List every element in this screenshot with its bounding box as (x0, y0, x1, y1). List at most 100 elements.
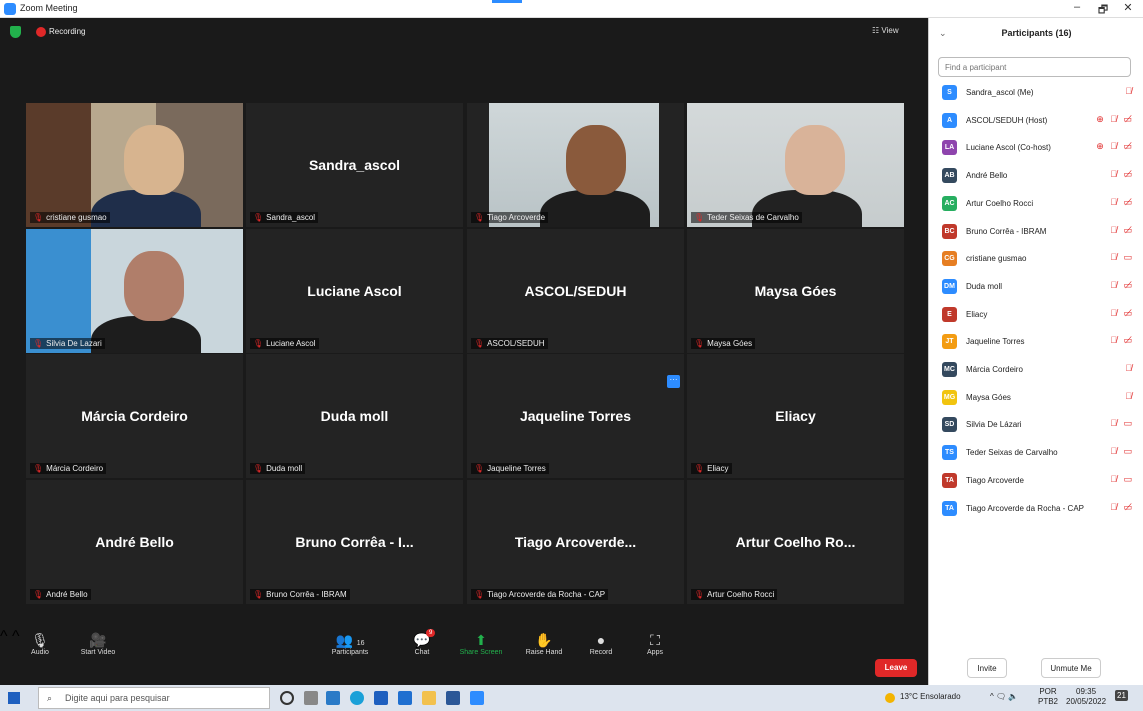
participant-list-item[interactable]: AC Artur Coelho Rocci 🎙̸ ▭̸ (942, 194, 1137, 212)
participant-list-item[interactable]: JT Jaqueline Torres 🎙̸ ▭̸ (942, 332, 1137, 350)
word-icon[interactable] (446, 691, 460, 705)
explorer-icon[interactable] (422, 691, 436, 705)
mic-muted-icon: 🎙 (253, 339, 264, 348)
video-tile[interactable]: Bruno Corrêa - I... 🎙 Bruno Corrêa - IBRAM (246, 480, 463, 604)
participant-list-item[interactable]: MC Márcia Cordeiro 🎙̸ (942, 360, 1137, 378)
video-tile[interactable]: Márcia Cordeiro 🎙 Márcia Cordeiro (26, 354, 243, 478)
participant-name-large: Jaqueline Torres (519, 408, 631, 424)
video-tile[interactable]: 🎙 cristiane gusmao (26, 103, 243, 227)
participant-list-item[interactable]: E Eliacy 🎙̸ ▭̸ (942, 305, 1137, 323)
video-tile[interactable]: Tiago Arcoverde... 🎙 Tiago Arcoverde da Ro… (467, 480, 684, 604)
participant-list-item[interactable]: DM Duda moll 🎙̸ ▭̸ (942, 277, 1137, 295)
security-shield-icon[interactable] (10, 26, 21, 38)
video-tile[interactable]: Maysa Góes 🎙 Maysa Góes (687, 229, 904, 353)
zoom-taskbar-icon[interactable] (470, 691, 484, 705)
video-tile[interactable]: Duda moll 🎙 Duda moll (246, 354, 463, 478)
mic-muted-icon: 🎙 (474, 590, 485, 599)
unmute-me-button[interactable]: Unmute Me (1041, 658, 1101, 678)
participant-name-label: 🎙 Tiago Arcoverde da Rocha - CAP (471, 589, 609, 600)
audio-caret-icon[interactable]: ^ (0, 628, 8, 645)
participant-list-item[interactable]: S Sandra_ascol (Me) 🎙̸ (942, 83, 1137, 101)
avatar: TA (942, 500, 957, 516)
store-icon[interactable] (374, 691, 388, 705)
participant-list-item[interactable]: AB André Bello 🎙̸ ▭̸ (942, 166, 1137, 184)
video-tile[interactable]: ASCOL/SEDUH 🎙 ASCOL/SEDUH (467, 229, 684, 353)
apps-button[interactable]: ⛶ Apps (625, 631, 685, 656)
participant-name-label: 🎙 Luciane Ascol (250, 338, 319, 349)
minimize-button[interactable]: – (1067, 1, 1087, 13)
participant-list-item[interactable]: BC Bruno Corrêa - IBRAM 🎙̸ ▭̸ (942, 222, 1137, 240)
raise-hand-button[interactable]: ✋ Raise Hand (514, 631, 574, 656)
notification-icon[interactable]: 21 (1115, 690, 1128, 701)
participant-name-large: Luciane Ascol (307, 283, 402, 299)
participant-name: cristiane gusmao (966, 254, 1027, 264)
participant-name: Maysa Góes (966, 392, 1011, 402)
language-indicator[interactable]: POR PTB2 (1038, 687, 1058, 707)
audio-button[interactable]: 🎙 Audio (10, 631, 70, 656)
invite-button[interactable]: Invite (967, 658, 1007, 678)
weather-text[interactable]: 13°C Ensolarado (900, 692, 961, 701)
more-options-icon[interactable]: ··· (667, 375, 680, 388)
participant-list-item[interactable]: TA Tiago Arcoverde da Rocha - CAP 🎙̸ ▭̸ (942, 499, 1137, 517)
cortana-icon[interactable] (280, 691, 294, 705)
mic-muted-icon: 🎙 (474, 464, 485, 473)
video-tile[interactable]: Eliacy 🎙 Eliacy (687, 354, 904, 478)
participant-status-icons: 🎙̸ ▭̸ (1110, 279, 1134, 290)
video-tile[interactable]: Luciane Ascol 🎙 Luciane Ascol (246, 229, 463, 353)
participant-list-item[interactable]: LA Luciane Ascol (Co-host) ⊕ 🎙̸ ▭̸ (942, 138, 1137, 156)
participant-list-item[interactable]: CG cristiane gusmao 🎙̸ ▭ (942, 249, 1137, 267)
mic-muted-icon: 🎙 (253, 590, 264, 599)
participant-status-icons: 🎙̸ ▭̸ (1110, 196, 1134, 207)
avatar: DM (942, 278, 957, 294)
participant-list-item[interactable]: A ASCOL/SEDUH (Host) ⊕ 🎙̸ ▭̸ (942, 111, 1137, 129)
tray-icons[interactable]: ^ 🗨 🔈 (990, 692, 1018, 701)
video-tile[interactable]: Artur Coelho Ro... 🎙 Artur Coelho Rocci (687, 480, 904, 604)
outlook-icon[interactable] (398, 691, 412, 705)
edge-icon[interactable] (350, 691, 364, 705)
video-tile[interactable]: 🎙 Silvia De Lazari (26, 229, 243, 353)
window-title: Zoom Meeting (20, 3, 78, 13)
participant-name-label: 🎙 Sandra_ascol (250, 212, 319, 223)
participant-list-item[interactable]: MG Maysa Góes 🎙̸ (942, 388, 1137, 406)
avatar: A (942, 112, 957, 128)
view-button[interactable]: ☷ View (872, 26, 899, 35)
participants-button[interactable]: 👥 16 Participants (320, 631, 380, 656)
record-button[interactable]: ● Record (571, 631, 631, 656)
participant-name-label: 🎙 Teder Seixas de Carvalho (691, 212, 802, 223)
share-screen-button[interactable]: ⬆ Share Screen (451, 631, 511, 656)
participant-name-text: Duda moll (266, 464, 303, 473)
chat-button[interactable]: 💬 Chat 9 (392, 629, 452, 656)
avatar: TS (942, 445, 957, 461)
participant-name-text: Bruno Corrêa - IBRAM (266, 590, 347, 599)
participant-list-item[interactable]: TA Tiago Arcoverde 🎙̸ ▭ (942, 471, 1137, 489)
participant-name-label: 🎙 Maysa Góes (691, 338, 756, 349)
participant-search-input[interactable] (938, 57, 1131, 77)
leave-button[interactable]: Leave (875, 659, 917, 677)
clock[interactable]: 09:35 20/05/2022 (1066, 687, 1106, 707)
video-tile[interactable]: Sandra_ascol 🎙 Sandra_ascol (246, 103, 463, 227)
video-tile[interactable]: 🎙 Teder Seixas de Carvalho (687, 103, 904, 227)
close-button[interactable]: ✕ (1118, 1, 1138, 14)
participant-list-item[interactable]: TS Teder Seixas de Carvalho 🎙̸ ▭ (942, 443, 1137, 461)
participant-list-item[interactable]: SD Silvia De Lázari 🎙̸ ▭ (942, 415, 1137, 433)
participant-status-icons: 🎙̸ ▭̸ (1110, 335, 1134, 346)
participant-name: Silvia De Lázari (966, 420, 1022, 430)
participant-video (687, 103, 904, 227)
mic-muted-icon: 🎙 (474, 213, 485, 222)
windows-start-icon[interactable] (8, 692, 20, 704)
avatar: MG (942, 389, 957, 405)
task-view-icon[interactable] (304, 691, 318, 705)
participant-status-icons: 🎙̸ (1125, 86, 1134, 96)
participant-name-label: 🎙 Tiago Arcoverde (471, 212, 549, 223)
mail-icon[interactable] (326, 691, 340, 705)
participant-name: Duda moll (966, 281, 1003, 291)
mic-muted-icon: 🎙 (33, 464, 44, 473)
avatar: BC (942, 223, 957, 239)
participant-name-label: 🎙 Bruno Corrêa - IBRAM (250, 589, 350, 600)
taskbar-search[interactable]: ⌕ Digite aqui para pesquisar (38, 687, 270, 709)
start-video-button[interactable]: 🎥 Start Video (68, 631, 128, 656)
video-tile[interactable]: 🎙 Tiago Arcoverde (467, 103, 684, 227)
video-tile[interactable]: André Bello 🎙 André Bello (26, 480, 243, 604)
mic-muted-icon: 🎙 (33, 213, 44, 222)
video-tile[interactable]: Jaqueline Torres 🎙 Jaqueline Torres (467, 354, 684, 478)
